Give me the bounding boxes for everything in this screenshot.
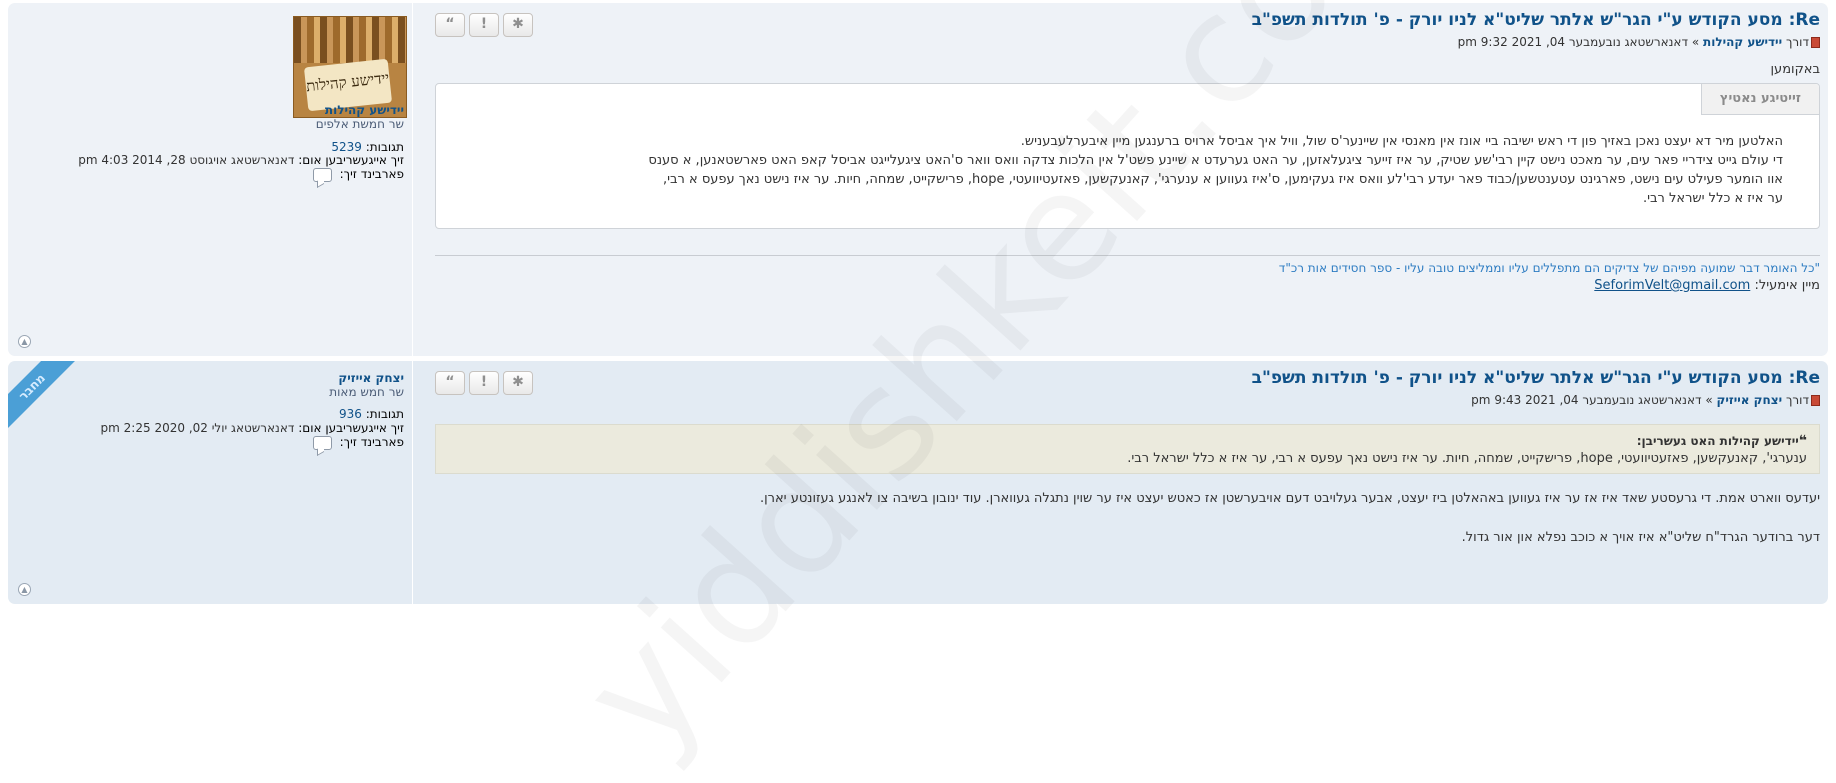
post-count: תגובות: 936 [339, 407, 404, 421]
post-count-value[interactable]: 5239 [331, 140, 362, 154]
contact-icon[interactable] [312, 435, 332, 450]
signature-email-link[interactable]: SeforimVelt@gmail.com [1594, 278, 1750, 293]
side-note-tab[interactable]: זייטיגע נאטיץ [1700, 84, 1819, 115]
report-button[interactable]: ! [469, 13, 499, 37]
joined-label: זיך אייגעשריבען אום: [298, 153, 404, 167]
joined-value: דאנארשטאג יולי 02, 2020 2:25 pm [100, 421, 295, 435]
contact-row: פארבינד זיך: [312, 167, 404, 182]
back-to-top-icon[interactable]: ▲ [18, 335, 31, 348]
bookmark-button[interactable]: ✱ [503, 13, 533, 37]
quote-text: ענערגי', קאנעקשען, פאזעטיוועטי, hope, פר… [1127, 451, 1807, 466]
side-note-line: ער איז א כלל ישראל רבי. [1642, 191, 1783, 206]
back-to-top-icon[interactable]: ▲ [18, 583, 31, 596]
side-note-text: האלטען מיר דא יעצט נאכן באזיך פון די ראש… [633, 132, 1783, 208]
post-buttons: “ ! ✱ [435, 13, 533, 37]
meta-separator: » [1691, 35, 1700, 49]
quote-button[interactable]: “ [435, 13, 465, 37]
signature-quote: "כל האומר דבר שמועה מפיהם של צדיקים הם מ… [1278, 261, 1820, 275]
post-count: תגובות: 5239 [331, 140, 404, 154]
post-file-icon[interactable] [1811, 37, 1820, 48]
bookmark-button[interactable]: ✱ [503, 371, 533, 395]
avatar-text: יידישע קהילות [305, 68, 391, 96]
quote-icon: ❝ [1798, 433, 1807, 449]
post-profile: יידישע קהילות יידישע קהילות שר חמשת אלפי… [8, 3, 413, 356]
post-count-value[interactable]: 936 [339, 407, 362, 421]
quote-cite-text: יידישע קהילות האט געשריבן: [1636, 434, 1799, 448]
quote-button[interactable]: “ [435, 371, 465, 395]
quote-cite: ❝יידישע קהילות האט געשריבן: [1637, 433, 1807, 449]
signature-email-label: מיין אימעיל: [1754, 278, 1820, 293]
post-meta: דורך יידישע קהילות » דאנארשטאג נובעמבער … [1458, 35, 1820, 49]
report-button[interactable]: ! [469, 371, 499, 395]
post-count-label: תגובות: [365, 140, 404, 154]
post-author-link[interactable]: יידישע קהילות [1703, 35, 1782, 49]
post-profile: יצחק אייזיק שר חמש מאות תגובות: 936 זיך … [8, 361, 413, 604]
post-author-link[interactable]: יצחק אייזיק [1717, 393, 1783, 407]
side-note-line: האלטען מיר דא יעצט נאכן באזיך פון די ראש… [1020, 134, 1783, 149]
contact-label: פארבינד זיך: [339, 167, 404, 181]
post-count-label: תגובות: [365, 407, 404, 421]
post-datetime: דאנארשטאג נובעמבער 04, 2021 9:32 pm [1457, 35, 1688, 49]
post-meta-prefix: דורך [1785, 35, 1809, 49]
post-text-line: דער ברודער הגרד"ח שליט"א איז אויך א כוכב… [1461, 530, 1820, 545]
signature-email-row: מיין אימעיל: SeforimVelt@gmail.com [1594, 278, 1820, 293]
contact-label: פארבינד זיך: [339, 435, 404, 449]
post-title[interactable]: Re: מסע הקודש ע"י הגר"ש אלתר שליט"א לניו… [1252, 10, 1820, 30]
avatar-books-image [294, 17, 406, 63]
side-note-box: זייטיגע נאטיץ האלטען מיר דא יעצט נאכן בא… [435, 83, 1820, 229]
signature-divider [435, 255, 1820, 256]
post-text-line: יעדעס ווארט אמת. די גרעסטע שאד איז אז ער… [759, 491, 1820, 506]
quote-block: ❝יידישע קהילות האט געשריבן: ענערגי', קאנ… [435, 424, 1820, 474]
joined-date: זיך אייגעשריבען אום: דאנארשטאג יולי 02, … [101, 421, 404, 435]
post-meta-prefix: דורך [1785, 393, 1809, 407]
joined-label: זיך אייגעשריבען אום: [298, 421, 404, 435]
post-1: יידישע קהילות יידישע קהילות שר חמשת אלפי… [8, 3, 1828, 356]
username-link[interactable]: יידישע קהילות [325, 103, 404, 117]
side-note-line: די עולם גייט צידריי פאר עים, ער מאכט ניש… [648, 153, 1783, 168]
joined-date: זיך אייגעשריבען אום: דאנארשטאג אויגוסט 2… [78, 153, 404, 167]
post-text-intro: באקומען [1770, 62, 1820, 77]
user-rank: שר חמש מאות [329, 385, 404, 399]
contact-icon[interactable] [312, 167, 332, 182]
contact-row: פארבינד זיך: [312, 435, 404, 450]
post-file-icon[interactable] [1811, 395, 1820, 406]
username-link[interactable]: יצחק אייזיק [338, 371, 404, 385]
post-body: Re: מסע הקודש ע"י הגר"ש אלתר שליט"א לניו… [435, 3, 1820, 356]
user-rank: שר חמשת אלפים [315, 117, 404, 131]
post-body: Re: מסע הקודש ע"י הגר"ש אלתר שליט"א לניו… [435, 361, 1820, 604]
post-title[interactable]: Re: מסע הקודש ע"י הגר"ש אלתר שליט"א לניו… [1252, 368, 1820, 388]
meta-separator: » [1705, 393, 1713, 407]
post-meta: דורך יצחק אייזיק » דאנארשטאג נובעמבער 04… [1471, 393, 1820, 407]
joined-value: דאנארשטאג אויגוסט 28, 2014 4:03 pm [78, 153, 295, 167]
post-2: מחבר יצחק אייזיק שר חמש מאות תגובות: 936… [8, 361, 1828, 604]
side-note-line: אוו הומער פעילט עים נישט, פארגינט עטענטש… [662, 172, 1783, 187]
post-datetime: דאנארשטאג נובעמבער 04, 2021 9:43 pm [1471, 393, 1702, 407]
post-buttons: “ ! ✱ [435, 371, 533, 395]
